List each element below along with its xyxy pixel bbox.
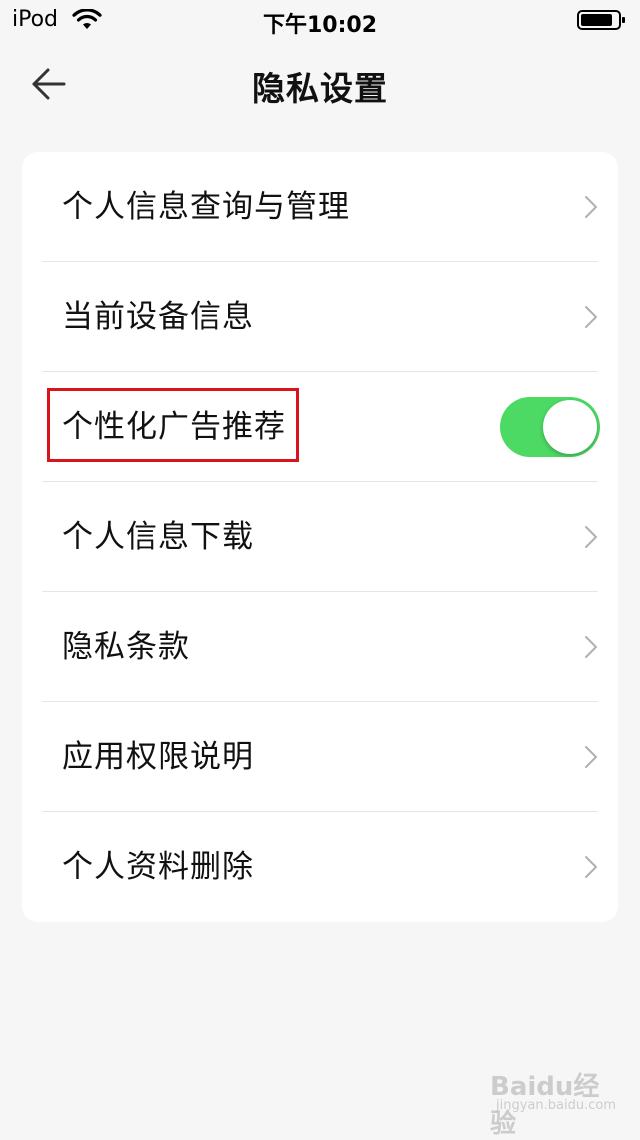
battery-icon <box>577 10 627 30</box>
settings-item-personal-info-download[interactable]: 个人信息下载 <box>22 482 618 592</box>
settings-list: 个人信息查询与管理 当前设备信息 个性化广告推荐 个人信息下载 隐私条款 应用权… <box>22 152 618 922</box>
settings-item-label: 当前设备信息 <box>62 299 254 335</box>
settings-item-label: 应用权限说明 <box>62 739 254 775</box>
navigation-bar: 隐私设置 <box>0 40 640 128</box>
chevron-right-icon <box>585 856 597 878</box>
settings-item-label: 个人信息查询与管理 <box>62 189 350 225</box>
baidu-watermark: Baidu经验 jingyan.baidu.com <box>490 1066 620 1139</box>
chevron-right-icon <box>585 306 597 328</box>
toggle-knob <box>543 400 597 454</box>
watermark-subtext: jingyan.baidu.com <box>496 1098 616 1113</box>
page-title: 隐私设置 <box>252 69 388 108</box>
settings-item-device-info[interactable]: 当前设备信息 <box>22 262 618 372</box>
chevron-right-icon <box>585 526 597 548</box>
settings-item-delete-profile[interactable]: 个人资料删除 <box>22 812 618 922</box>
status-bar: iPod 下午10:02 <box>0 0 640 40</box>
settings-item-label: 个人信息下载 <box>62 519 254 555</box>
settings-item-app-permissions[interactable]: 应用权限说明 <box>22 702 618 812</box>
chevron-right-icon <box>585 746 597 768</box>
personalized-ads-toggle[interactable] <box>500 397 600 457</box>
settings-item-privacy-terms[interactable]: 隐私条款 <box>22 592 618 702</box>
settings-item-label: 个性化广告推荐 <box>62 409 286 445</box>
settings-item-personalized-ads: 个性化广告推荐 <box>22 372 618 482</box>
settings-item-label: 个人资料删除 <box>62 849 254 885</box>
settings-item-label: 隐私条款 <box>62 629 190 665</box>
chevron-right-icon <box>585 196 597 218</box>
status-time: 下午10:02 <box>262 13 378 38</box>
chevron-right-icon <box>585 636 597 658</box>
settings-item-personal-info-management[interactable]: 个人信息查询与管理 <box>22 152 618 262</box>
